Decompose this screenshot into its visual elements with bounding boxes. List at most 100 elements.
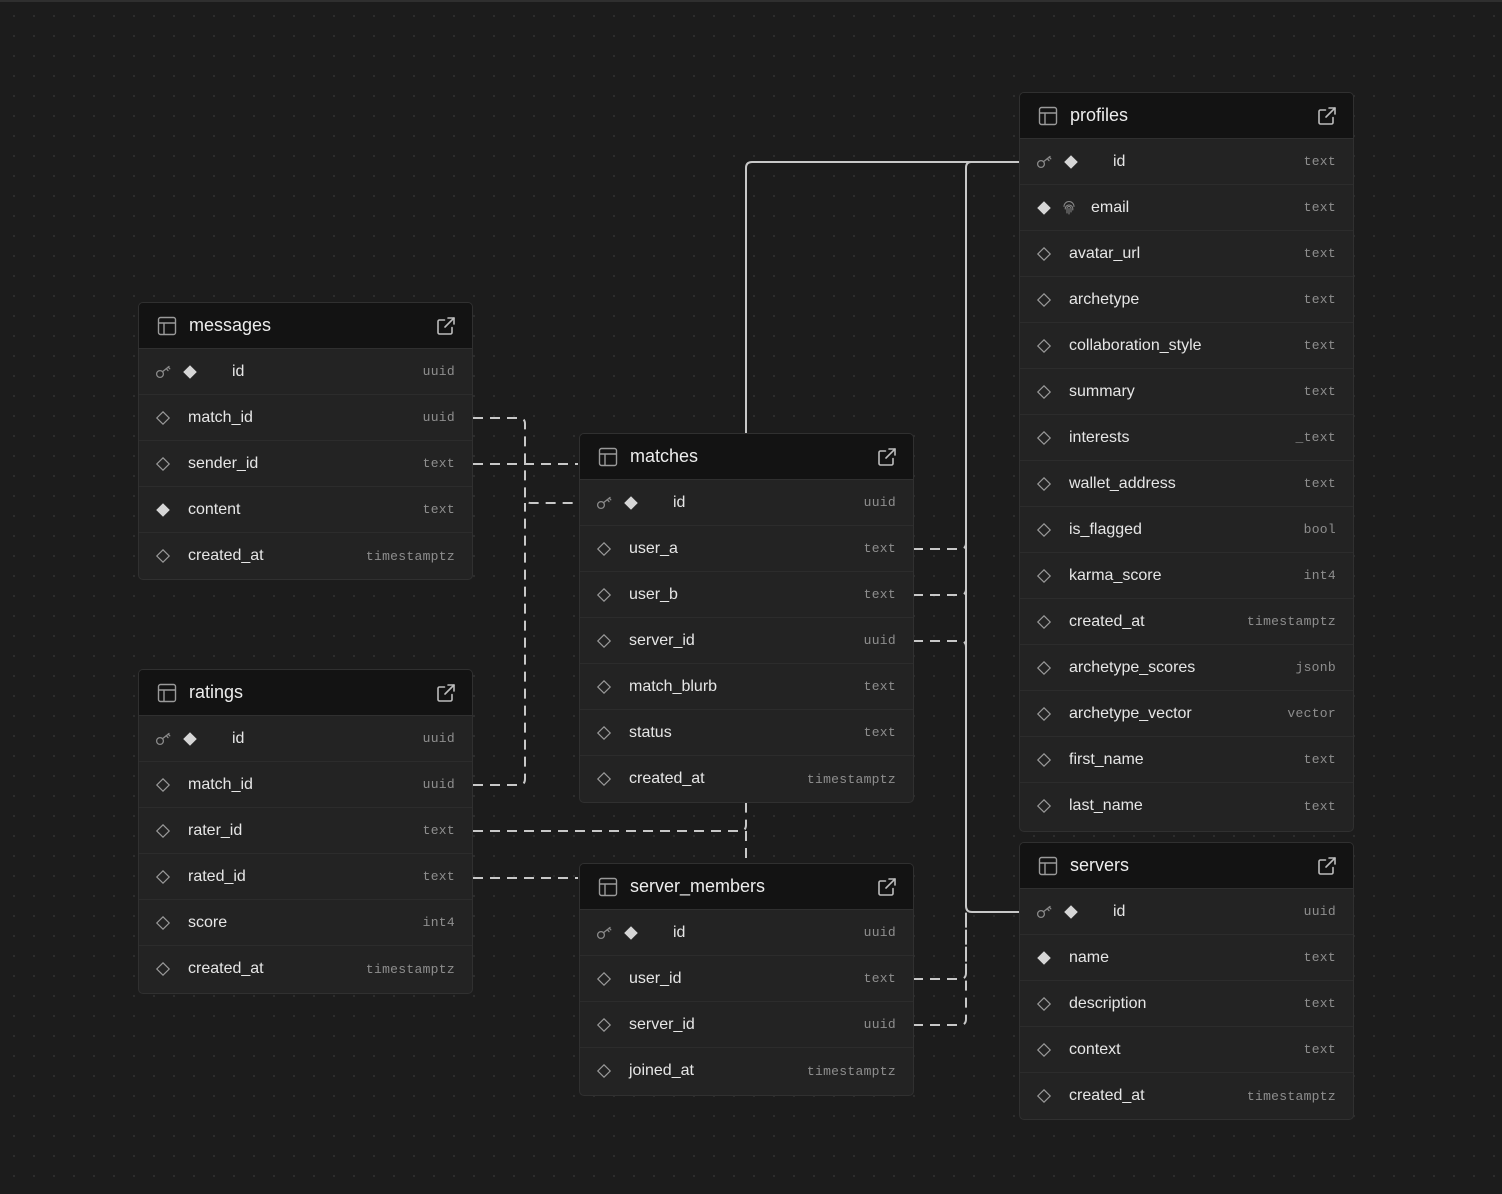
external-link-icon[interactable] [436, 683, 456, 703]
column-row[interactable]: archetype_scores jsonb [1020, 645, 1353, 691]
external-link-icon[interactable] [436, 316, 456, 336]
column-row[interactable]: id uuid [1020, 889, 1353, 935]
table-servers[interactable]: servers id uuid name text description text cont… [1019, 842, 1354, 1120]
column-name: match_id [188, 408, 253, 426]
column-row[interactable]: last_name text [1020, 783, 1353, 829]
column-type: uuid [863, 925, 896, 940]
column-name: interests [1069, 428, 1130, 446]
column-row[interactable]: user_id text [580, 956, 913, 1002]
column-name: score [188, 913, 228, 931]
column-row[interactable]: status text [580, 710, 913, 756]
column-row[interactable]: id uuid [580, 910, 913, 956]
column-row[interactable]: created_at timestamptz [1020, 1073, 1353, 1119]
key-icon [596, 926, 614, 940]
table-ratings[interactable]: ratings id uuid match_id uuid rater_id text rat… [138, 669, 473, 994]
column-row[interactable]: archetype_vector vector [1020, 691, 1353, 737]
column-row[interactable]: interests _text [1020, 415, 1353, 461]
column-type: text [863, 725, 896, 740]
column-row[interactable]: summary text [1020, 369, 1353, 415]
column-type: uuid [422, 364, 455, 379]
column-name: user_id [629, 969, 682, 987]
column-row[interactable]: created_at timestamptz [139, 946, 472, 992]
column-row[interactable]: context text [1020, 1027, 1353, 1073]
column-row[interactable]: joined_at timestamptz [580, 1048, 913, 1094]
outline-diamond-icon [155, 777, 171, 793]
column-row[interactable]: server_id uuid [580, 618, 913, 664]
column-type: text [1303, 798, 1336, 814]
column-name: created_at [629, 770, 705, 787]
outline-diamond-icon [1036, 384, 1052, 400]
outline-diamond-icon [1036, 1042, 1052, 1058]
column-row[interactable]: archetype text [1020, 277, 1353, 323]
external-link-icon[interactable] [1317, 856, 1337, 876]
column-row[interactable]: score int4 [139, 900, 472, 946]
table-messages[interactable]: messages id uuid match_id uuid sender_id text c… [138, 302, 473, 580]
column-row[interactable]: avatar_url text [1020, 231, 1353, 277]
column-row[interactable]: id uuid [139, 349, 472, 395]
table-icon [157, 683, 177, 703]
edge-matches-server-id [913, 640, 967, 912]
column-type: uuid [863, 633, 896, 648]
table-matches[interactable]: matches id uuid user_a text user_b text server_… [579, 433, 914, 803]
column-row[interactable]: rated_id text [139, 854, 472, 900]
column-row[interactable]: description text [1020, 981, 1353, 1027]
external-link-icon[interactable] [877, 877, 897, 897]
column-row[interactable]: id uuid [580, 480, 913, 526]
column-type: bool [1303, 522, 1336, 537]
outline-diamond-icon [1036, 1088, 1052, 1104]
column-row[interactable]: name text [1020, 935, 1353, 981]
column-type: int4 [1303, 568, 1336, 583]
column-type: timestamptz [1246, 614, 1336, 629]
outline-diamond-icon [596, 1063, 612, 1079]
column-row[interactable]: wallet_address text [1020, 461, 1353, 507]
column-row[interactable]: email text [1020, 185, 1353, 231]
table-server-members[interactable]: server_members id uuid user_id text server_id… [579, 863, 914, 1096]
column-row[interactable]: karma_score int4 [1020, 553, 1353, 599]
column-row[interactable]: created_at timestamptz [1020, 599, 1353, 645]
column-row[interactable]: user_a text [580, 526, 913, 572]
column-row[interactable]: first_name text [1020, 737, 1353, 783]
key-icon [1036, 155, 1054, 169]
outline-diamond-icon [1036, 996, 1052, 1012]
column-type: jsonb [1295, 660, 1336, 675]
column-type: text [1303, 752, 1336, 767]
outline-diamond-icon [596, 771, 612, 787]
column-row[interactable]: id text [1020, 139, 1353, 185]
column-name: collaboration_style [1069, 336, 1202, 354]
column-row[interactable]: sender_id text [139, 441, 472, 487]
column-type: text [1303, 384, 1336, 399]
column-type: uuid [422, 410, 455, 425]
column-type: text [422, 823, 455, 838]
column-row[interactable]: match_id uuid [139, 762, 472, 808]
column-name: match_blurb [629, 677, 718, 695]
column-row[interactable]: server_id uuid [580, 1002, 913, 1048]
column-row[interactable]: created_at timestamptz [580, 756, 913, 802]
external-link-icon[interactable] [1317, 106, 1337, 126]
table-icon [157, 316, 177, 336]
table-header: server_members [580, 864, 913, 910]
column-type: uuid [1303, 904, 1336, 919]
edge-matches-user-b [913, 588, 967, 596]
column-row[interactable]: created_at timestamptz [139, 533, 472, 579]
column-name: created_at [1069, 612, 1145, 630]
column-name: rated_id [188, 867, 246, 885]
column-row[interactable]: is_flagged bool [1020, 507, 1353, 553]
table-profiles[interactable]: profiles id text email text avatar_url text arc… [1019, 92, 1354, 832]
column-row[interactable]: match_blurb text [580, 664, 913, 710]
edge-server-members-server-id [913, 912, 967, 1026]
column-name: joined_at [629, 1062, 694, 1079]
column-row[interactable]: user_b text [580, 572, 913, 618]
column-row[interactable]: content text [139, 487, 472, 533]
external-link-icon[interactable] [877, 447, 897, 467]
column-type: uuid [863, 1017, 896, 1032]
column-name: server_id [629, 631, 695, 649]
column-row[interactable]: match_id uuid [139, 395, 472, 441]
column-name: status [629, 723, 672, 741]
table-icon [598, 447, 618, 467]
column-type: timestamptz [365, 548, 455, 564]
column-row[interactable]: collaboration_style text [1020, 323, 1353, 369]
column-type: text [1303, 1042, 1336, 1057]
column-type: vector [1287, 706, 1336, 721]
column-row[interactable]: rater_id text [139, 808, 472, 854]
column-row[interactable]: id uuid [139, 716, 472, 762]
